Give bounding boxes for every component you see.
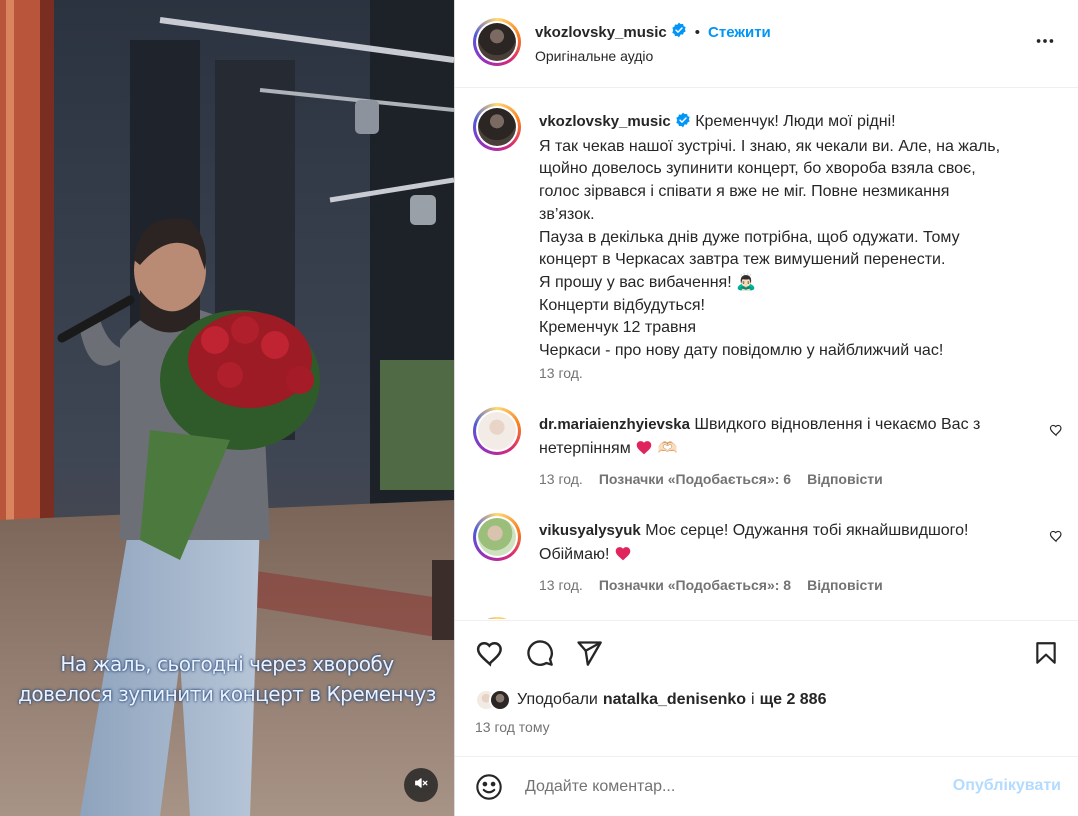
- commenter-avatar[interactable]: [473, 513, 521, 561]
- likes-summary: Уподобали natalka_denisenko і ще 2 886: [475, 689, 826, 711]
- caption-line: Кременчук 12 травня: [539, 319, 696, 337]
- liker-username[interactable]: natalka_denisenko: [603, 691, 746, 709]
- comment-time[interactable]: 13 год.: [539, 577, 583, 593]
- caption-line: щойно довелось зупинити концерт, бо хвор…: [539, 160, 976, 178]
- caption-line: Концерти відбудуться!: [539, 296, 705, 314]
- post-time[interactable]: 13 год тому: [475, 719, 550, 735]
- caption-text: vkozlovsky_music Кременчук! Люди мої рід…: [539, 111, 1049, 363]
- caption-line: Кременчук! Люди мої рідні!: [695, 113, 896, 130]
- heart-icon[interactable]: [475, 639, 505, 671]
- caption-line: голос зірвався і співати я вже не міг. П…: [539, 183, 950, 201]
- verified-badge-icon: [675, 112, 691, 136]
- comment-body: Швидкого відновлення і чекаємо Вас з: [694, 416, 981, 433]
- caption-line: Черкаси - про нову дату повідомлю у найб…: [539, 342, 944, 360]
- post-comment-button[interactable]: Опублікувати: [953, 777, 1061, 795]
- comment-body: Обіймаю!: [539, 546, 610, 563]
- verified-badge-icon: [671, 22, 687, 42]
- liker-avatar[interactable]: [489, 689, 511, 711]
- video-caption-line2: довелося зупинити концерт в Кременчуз: [18, 682, 436, 706]
- likes-prefix: Уподобали: [517, 691, 598, 708]
- post-details: vkozlovsky_music • Стежити Оригінальне а…: [454, 0, 1078, 816]
- author-avatar[interactable]: [473, 18, 521, 66]
- comment-body: Моє серце! Одужання тобі якнайшвидшого!: [645, 522, 969, 539]
- comment-meta: 13 год. Позначки «Подобається»: 8 Відпов…: [539, 577, 883, 593]
- follow-button[interactable]: Стежити: [708, 24, 771, 41]
- commenter-avatar[interactable]: [473, 407, 521, 455]
- post-actions: Уподобали natalka_denisenko і ще 2 886 1…: [455, 620, 1078, 756]
- commenter-username[interactable]: vikusyalysyuk: [539, 522, 641, 539]
- comments-list[interactable]: vkozlovsky_music Кременчук! Люди мої рід…: [455, 89, 1078, 619]
- comment-emoji: 🫶🏻: [657, 440, 678, 457]
- emoji-icon[interactable]: [475, 773, 503, 805]
- mute-button[interactable]: [404, 768, 438, 802]
- comment-icon[interactable]: [525, 639, 555, 671]
- like-comment-icon[interactable]: [1049, 423, 1063, 441]
- video-caption-line1: На жаль, сьогодні через хворобу: [60, 652, 394, 676]
- commenter-avatar[interactable]: [473, 617, 521, 619]
- caption-username[interactable]: vkozlovsky_music: [539, 113, 671, 130]
- comment-likes[interactable]: Позначки «Подобається»: 8: [599, 577, 791, 593]
- post-video[interactable]: На жаль, сьогодні через хворобу довелося…: [0, 0, 454, 816]
- caption-avatar[interactable]: [473, 103, 521, 151]
- reply-button[interactable]: Відповісти: [807, 471, 883, 487]
- bookmark-icon[interactable]: [1033, 639, 1059, 671]
- caption-line: концерт в Черкасах завтра теж вимушений …: [539, 251, 946, 269]
- like-comment-icon[interactable]: [1049, 529, 1063, 547]
- add-comment-bar: Опублікувати: [455, 756, 1078, 816]
- caption-line: Я так чекав нашої зустрічі. І знаю, як ч…: [539, 137, 1001, 155]
- comment-text: vikusyalysyuk Моє серце! Одужання тобі я…: [539, 519, 1039, 567]
- likes-count[interactable]: ще 2 886: [760, 691, 827, 709]
- heart-emoji-icon: [635, 440, 653, 457]
- comment-input[interactable]: [525, 769, 945, 805]
- comment-text: dr.mariaienzhyievska Швидкого відновленн…: [539, 413, 1039, 461]
- comment-likes[interactable]: Позначки «Подобається»: 6: [599, 471, 791, 487]
- post-header: vkozlovsky_music • Стежити Оригінальне а…: [455, 0, 1078, 88]
- caption-line: Пауза в декілька днів дуже потрібна, щоб…: [539, 228, 960, 246]
- comment-meta: 13 год. Позначки «Подобається»: 6 Відпов…: [539, 471, 883, 487]
- header-separator: •: [694, 23, 701, 41]
- likes-joiner: і: [751, 691, 755, 708]
- caption-line: зв’язок.: [539, 205, 595, 223]
- mute-icon: [414, 776, 428, 794]
- more-options-icon[interactable]: [1034, 30, 1056, 56]
- audio-link[interactable]: Оригінальне аудіо: [535, 48, 653, 64]
- commenter-username[interactable]: dr.mariaienzhyievska: [539, 416, 690, 433]
- reply-button[interactable]: Відповісти: [807, 577, 883, 593]
- comment-time[interactable]: 13 год.: [539, 471, 583, 487]
- caption-line: Я прошу у вас вибачення! 🙇🏻‍♂️: [539, 273, 757, 291]
- comment-body: нетерпінням: [539, 440, 631, 457]
- share-icon[interactable]: [575, 639, 603, 671]
- caption-time[interactable]: 13 год.: [539, 365, 583, 381]
- author-username[interactable]: vkozlovsky_music: [535, 24, 667, 41]
- heart-emoji-icon: [614, 546, 632, 563]
